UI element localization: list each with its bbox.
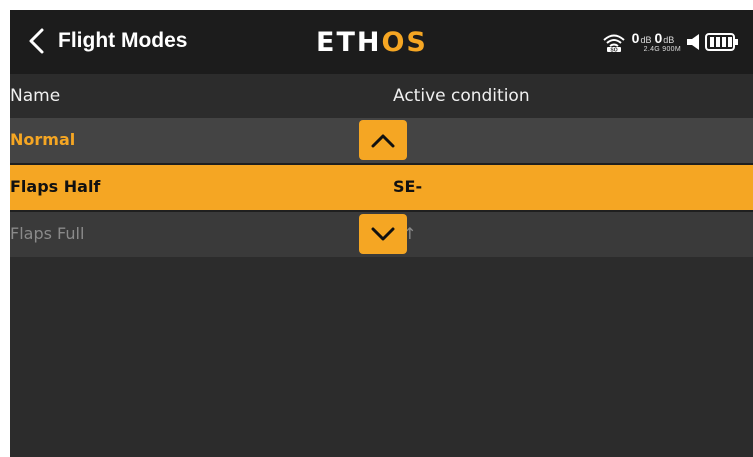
ethos-logo: ETH OS (316, 22, 428, 62)
wifi-icon: SO (602, 34, 625, 54)
flight-mode-condition: SE- (393, 177, 423, 196)
status-area: SO 0 dB 0 dB 2.4G 900M (602, 28, 739, 56)
flight-mode-name: Flaps Half (10, 177, 101, 196)
table-header: Name Active condition (10, 74, 753, 118)
battery-icon (705, 33, 738, 51)
column-header-condition: Active condition (393, 86, 530, 106)
chevron-up-icon (371, 134, 395, 148)
chevron-down-icon (371, 227, 395, 241)
rssi-unit-2: dB (663, 35, 675, 45)
top-bar: Flight Modes ETH OS SO 0 dB 0 dB 2.4G 900M (10, 10, 753, 74)
page-title: Flight Modes (58, 29, 188, 52)
move-down-button[interactable] (359, 214, 407, 254)
svg-text:SO: SO (610, 48, 617, 54)
flight-mode-name: Flaps Full (10, 224, 85, 243)
flight-mode-name: Normal (10, 130, 76, 149)
column-header-name: Name (10, 86, 61, 106)
frequency-label: 2.4G 900M (643, 46, 681, 53)
move-up-button[interactable] (359, 120, 407, 160)
rssi-unit-1: dB (640, 35, 652, 45)
rssi-value-2: 0 (654, 30, 663, 46)
back-button[interactable] (20, 24, 54, 58)
speaker-icon (687, 34, 699, 50)
logo-text-main: ETH (316, 26, 382, 58)
screen: Flight Modes ETH OS SO 0 dB 0 dB 2.4G 900M (10, 10, 753, 457)
rssi-value-1: 0 (631, 30, 640, 46)
back-chevron-icon (29, 28, 44, 54)
rssi-readout: 0 dB 0 dB 2.4G 900M (632, 31, 681, 53)
logo-text-accent: OS (381, 26, 428, 58)
flight-mode-row-flaps-half[interactable]: Flaps Half SE- (10, 165, 753, 210)
